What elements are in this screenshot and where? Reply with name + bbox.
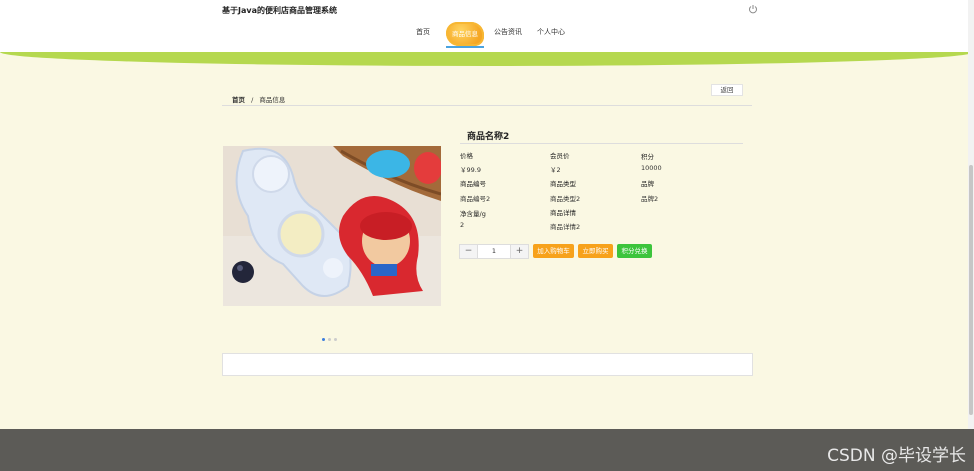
watermark: CSDN @毕设学长 (827, 446, 966, 466)
brand-value: 品牌2 (641, 195, 659, 203)
product-image[interactable] (223, 146, 441, 306)
detail-label: 商品详情 (550, 209, 576, 217)
carousel-dot[interactable] (322, 338, 325, 341)
product-type-label: 商品类型 (550, 180, 576, 188)
back-button[interactable]: 返回 (711, 84, 743, 96)
header-band (0, 52, 974, 66)
decrease-button[interactable]: − (460, 245, 478, 258)
detail-value: 商品详情2 (550, 223, 581, 231)
member-price-label: 会员价 (550, 152, 570, 160)
nav-product-info[interactable]: 商品信息 (446, 22, 484, 46)
top-header: 基于Java的便利店商品管理系统 首页 商品信息 公告资讯 个人中心 (0, 0, 974, 52)
power-icon[interactable] (748, 4, 758, 14)
nav-news[interactable]: 公告资讯 (494, 27, 522, 37)
carousel-dots (322, 326, 340, 345)
points-exchange-button[interactable]: 积分兑换 (617, 244, 652, 258)
product-name: 商品名称2 (467, 132, 510, 142)
carousel-dot[interactable] (334, 338, 337, 341)
price-value: ￥99.9 (460, 166, 481, 174)
product-name-divider (460, 143, 743, 144)
breadcrumb: 首页 / 商品信息 (232, 94, 285, 104)
scrollbar-thumb[interactable] (969, 165, 973, 415)
quantity-stepper: − 1 + (459, 244, 529, 259)
brand-label: 品牌 (641, 180, 654, 188)
site-title: 基于Java的便利店商品管理系统 (222, 6, 337, 15)
nav-product-info-label: 商品信息 (452, 30, 478, 38)
breadcrumb-current: 商品信息 (259, 96, 286, 104)
breadcrumb-home[interactable]: 首页 (232, 96, 245, 104)
nav-profile[interactable]: 个人中心 (537, 27, 565, 37)
breadcrumb-separator: / (251, 96, 254, 104)
product-type-value: 商品类型2 (550, 195, 581, 203)
net-weight-value: 2 (460, 221, 465, 229)
product-code-value: 商品编号2 (460, 195, 491, 203)
price-label: 价格 (460, 152, 473, 160)
net-weight-label: 净含量/g (460, 210, 486, 218)
buy-now-button[interactable]: 立即购买 (578, 244, 613, 258)
product-detail-panel (222, 353, 753, 376)
breadcrumb-divider (222, 105, 752, 106)
nav-home[interactable]: 首页 (416, 27, 430, 37)
main-nav: 首页 商品信息 公告资讯 个人中心 (0, 22, 974, 48)
increase-button[interactable]: + (510, 245, 528, 258)
add-to-cart-button[interactable]: 加入购物车 (533, 244, 574, 258)
points-label: 积分 (641, 153, 654, 161)
carousel-dot[interactable] (328, 338, 331, 341)
nav-active-underline (446, 46, 484, 48)
quantity-input[interactable]: 1 (478, 245, 510, 258)
points-value: 10000 (641, 164, 662, 172)
member-price-value: ￥2 (550, 166, 561, 174)
product-code-label: 商品编号 (460, 180, 486, 188)
